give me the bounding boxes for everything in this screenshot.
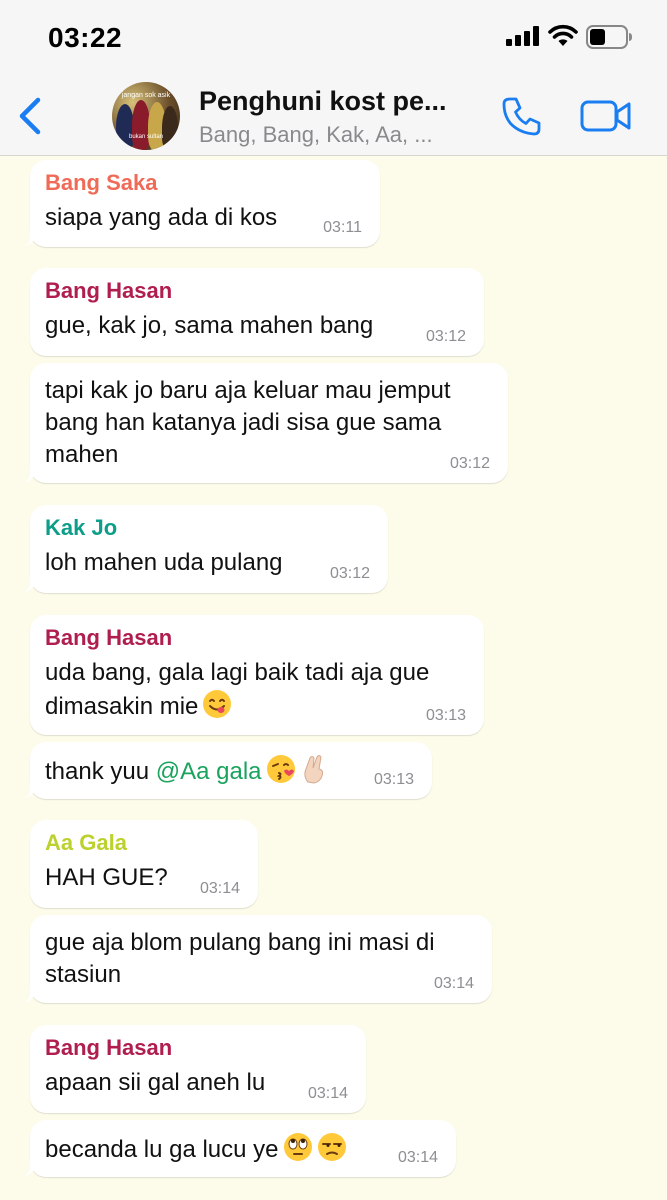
message-time: 03:14 bbox=[397, 1149, 438, 1166]
message-text-line-2: dimasakin mie bbox=[45, 689, 232, 723]
message-time: 03:13 bbox=[425, 707, 466, 724]
message-sender: Aa Gala bbox=[45, 830, 127, 855]
message-sender: Bang Hasan bbox=[45, 1035, 173, 1060]
message-text-prefix: thank yuu bbox=[45, 758, 156, 785]
message-text: loh mahen uda pulang bbox=[45, 549, 283, 576]
message-bubble[interactable]: Kak Jo loh mahen uda pulang 03:12 bbox=[10, 505, 388, 593]
message-bubble[interactable]: Bang Hasan apaan sii gal aneh lu 03:14 bbox=[30, 1025, 366, 1113]
message-text: thank yuu @Aa gala bbox=[45, 754, 328, 788]
message-text-line-1: tapi kak jo baru aja keluar mau jemput bbox=[45, 377, 451, 404]
message-text: gue, kak jo, sama mahen bang bbox=[45, 312, 374, 339]
message-time: 03:12 bbox=[329, 565, 370, 582]
message-text: HAH GUE? bbox=[45, 864, 168, 891]
message-sender: Bang Saka bbox=[45, 170, 158, 195]
message-text-line-2: bang han katanya jadi sisa gue sama bbox=[45, 409, 442, 436]
message-bubble[interactable]: gue aja blom pulang bang ini masi di sta… bbox=[10, 915, 492, 1003]
message-bubble[interactable]: thank yuu @Aa gala 03:13 bbox=[10, 742, 432, 799]
group-avatar[interactable]: jangan sok asik bukan sultan bbox=[112, 82, 180, 150]
message-text: becanda lu ga lucu ye bbox=[45, 1132, 347, 1166]
message-time: 03:13 bbox=[373, 771, 414, 788]
message-time: 03:14 bbox=[307, 1085, 348, 1102]
back-chevron-icon[interactable] bbox=[14, 94, 48, 138]
message-text-label: becanda lu ga lucu ye bbox=[45, 1136, 279, 1163]
crossed-fingers-emoji bbox=[303, 755, 323, 784]
video-call-icon[interactable] bbox=[580, 98, 632, 134]
message-bubble[interactable]: tapi kak jo baru aja keluar mau jemput b… bbox=[10, 363, 508, 483]
message-sender: Bang Hasan bbox=[45, 625, 173, 650]
eye-roll-emoji bbox=[283, 1133, 312, 1161]
unamused-face-emoji bbox=[317, 1133, 346, 1161]
message-time: 03:14 bbox=[433, 975, 474, 992]
chat-title[interactable]: Penghuni kost pe... bbox=[199, 86, 489, 117]
message-bubble[interactable]: Aa Gala HAH GUE? 03:14 bbox=[30, 820, 258, 908]
cellular-signal-icon bbox=[506, 26, 539, 46]
message-bubble[interactable]: Bang Saka siapa yang ada di kos 03:11 bbox=[10, 160, 380, 247]
avatar-caption-bottom: bukan sultan bbox=[128, 134, 164, 140]
message-bubble[interactable]: becanda lu ga lucu ye 03:14 bbox=[10, 1120, 456, 1177]
message-time: 03:12 bbox=[449, 455, 490, 472]
status-bar: 03:22 bbox=[0, 0, 667, 74]
kissing-face-emoji bbox=[266, 755, 295, 783]
chat-members[interactable]: Bang, Bang, Kak, Aa, ... bbox=[199, 122, 489, 148]
message-text-line-2-label: dimasakin mie bbox=[45, 693, 199, 720]
message-bubble[interactable]: Bang Hasan gue, kak jo, sama mahen bang … bbox=[30, 268, 484, 356]
phone-call-icon[interactable] bbox=[500, 94, 544, 138]
message-text-line-2: stasiun bbox=[45, 961, 122, 988]
message-sender: Kak Jo bbox=[45, 515, 118, 540]
status-time: 03:22 bbox=[48, 22, 123, 53]
message-sender: Bang Hasan bbox=[45, 278, 173, 303]
message-text: siapa yang ada di kos bbox=[45, 204, 278, 231]
message-bubble[interactable]: Bang Hasan uda bang, gala lagi baik tadi… bbox=[30, 615, 484, 735]
wifi-icon bbox=[548, 24, 578, 46]
yum-face-emoji bbox=[203, 690, 232, 718]
message-time: 03:12 bbox=[425, 328, 466, 345]
message-text-line-1: uda bang, gala lagi baik tadi aja gue bbox=[45, 659, 430, 686]
chat-header: jangan sok asik bukan sultan Penghuni ko… bbox=[0, 74, 667, 156]
avatar-caption-top: jangan sok asik bbox=[121, 92, 171, 99]
message-text-line-1: gue aja blom pulang bang ini masi di bbox=[45, 929, 435, 956]
message-text: apaan sii gal aneh lu bbox=[45, 1069, 266, 1096]
message-text-line-3: mahen bbox=[45, 441, 119, 468]
battery-icon bbox=[586, 25, 632, 49]
message-time: 03:14 bbox=[199, 880, 240, 897]
message-time: 03:11 bbox=[323, 219, 362, 236]
mention-link[interactable]: @Aa gala bbox=[156, 758, 262, 785]
